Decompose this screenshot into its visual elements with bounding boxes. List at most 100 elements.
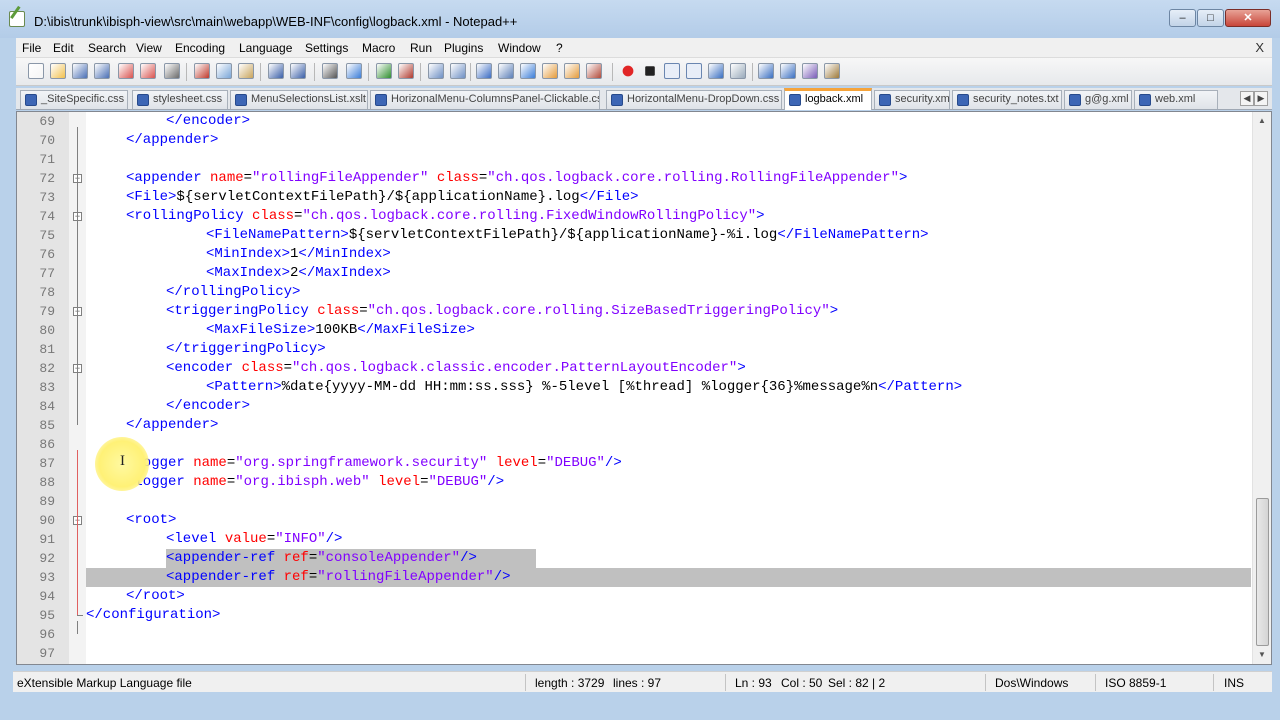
menu-file[interactable]: File (22, 41, 41, 55)
unfold-icon[interactable] (564, 63, 580, 79)
vertical-scrollbar[interactable]: ▲ ▼ (1252, 112, 1271, 664)
code-line[interactable]: <level value="INFO"/> (166, 530, 342, 549)
tab-scroll-right[interactable]: ▶ (1254, 91, 1268, 106)
code-token: "rollingFileAppender" (317, 569, 494, 585)
menu-search[interactable]: Search (88, 41, 126, 55)
new-file-icon[interactable] (28, 63, 44, 79)
menu-view[interactable]: View (136, 41, 162, 55)
code-line[interactable]: </appender> (126, 416, 218, 435)
code-token: = (226, 474, 236, 490)
tab-web-xml[interactable]: web.xml (1134, 90, 1218, 109)
menu-settings[interactable]: Settings (305, 41, 348, 55)
tab-logback-xml[interactable]: logback.xml (784, 88, 872, 110)
scroll-down-arrow[interactable]: ▼ (1258, 650, 1266, 659)
tab-scroll-left[interactable]: ◀ (1240, 91, 1254, 106)
wrap-icon[interactable] (476, 63, 492, 79)
tab-g-g-xml[interactable]: g@g.xml (1064, 90, 1132, 109)
print-icon[interactable] (164, 63, 180, 79)
code-line[interactable]: </encoder> (166, 112, 250, 131)
save-icon[interactable] (72, 63, 88, 79)
copy-icon[interactable] (216, 63, 232, 79)
play-multi-icon[interactable] (686, 63, 702, 79)
code-token: </appender> (126, 417, 219, 433)
sync-v-icon[interactable] (428, 63, 444, 79)
minimize-button[interactable]: – (1169, 9, 1196, 27)
code-line[interactable]: </root> (126, 587, 185, 606)
code-line[interactable]: <triggeringPolicy class="ch.qos.logback.… (166, 302, 838, 321)
close-document-x[interactable]: X (1255, 40, 1264, 55)
tab-stylesheet-css[interactable]: stylesheet.css (132, 90, 228, 109)
menu-language[interactable]: Language (239, 41, 292, 55)
line-number: 95 (39, 608, 55, 623)
menu-run[interactable]: Run (410, 41, 432, 55)
code-token: value (224, 531, 267, 547)
paste-icon[interactable] (238, 63, 254, 79)
tab-security-xml[interactable]: security.xml (874, 90, 950, 109)
zoom-out-icon[interactable] (398, 63, 414, 79)
code-line[interactable]: <root> (126, 511, 176, 530)
redo-icon[interactable] (290, 63, 306, 79)
menu-encoding[interactable]: Encoding (175, 41, 225, 55)
code-line[interactable]: <appender-ref ref="consoleAppender"/> (166, 549, 477, 568)
code-line[interactable]: <rollingPolicy class="ch.qos.logback.cor… (126, 207, 765, 226)
code-line[interactable]: </triggeringPolicy> (166, 340, 326, 359)
down-icon[interactable] (780, 63, 796, 79)
close-all-icon[interactable] (140, 63, 156, 79)
tab--sitespecific-css[interactable]: _SiteSpecific.css (20, 90, 128, 109)
all-chars-icon[interactable] (498, 63, 514, 79)
code-line[interactable]: <Pattern>%date{yyyy-MM-dd HH:mm:ss.sss} … (206, 378, 962, 397)
code-line[interactable]: <encoder class="ch.qos.logback.classic.e… (166, 359, 746, 378)
zoom-in-icon[interactable] (376, 63, 392, 79)
open-icon[interactable] (50, 63, 66, 79)
save-all-icon[interactable] (94, 63, 110, 79)
tab-horizonalmenu-columnspanel-clickable-css[interactable]: HorizonalMenu-ColumnsPanel-Clickable.css (370, 90, 600, 109)
code-line[interactable]: <logger name="org.springframework.securi… (126, 454, 622, 473)
code-area[interactable]: </encoder> </appender> <appender name="rol… (86, 112, 1251, 664)
tab-security-notes-txt[interactable]: security_notes.txt (952, 90, 1062, 109)
spellcheck-icon[interactable] (802, 63, 818, 79)
code-line[interactable]: <FileNamePattern>${servletContextFilePat… (206, 226, 929, 245)
tab-horizontalmenu-dropdown-css[interactable]: HorizontalMenu-DropDown.css (606, 90, 782, 109)
menu-edit[interactable]: Edit (53, 41, 74, 55)
undo-icon[interactable] (268, 63, 284, 79)
scroll-up-arrow[interactable]: ▲ (1258, 116, 1266, 125)
text-editor[interactable]: </encoder> </appender> <appender name="rol… (16, 111, 1272, 665)
tab-label: HorizontalMenu-DropDown.css (627, 93, 780, 105)
indent-guide-icon[interactable] (520, 63, 536, 79)
trim-icon[interactable] (730, 63, 746, 79)
find-icon[interactable] (322, 63, 338, 79)
document-icon (1069, 94, 1081, 106)
record-icon[interactable] (620, 63, 636, 79)
menu-help[interactable]: ? (556, 41, 563, 55)
menu-window[interactable]: Window (498, 41, 541, 55)
sync-h-icon[interactable] (450, 63, 466, 79)
clipboard-icon[interactable] (824, 63, 840, 79)
save-macro-icon[interactable] (708, 63, 724, 79)
replace-icon[interactable] (346, 63, 362, 79)
cut-icon[interactable] (194, 63, 210, 79)
close-icon[interactable] (118, 63, 134, 79)
code-line[interactable]: <MaxIndex>2</MaxIndex> (206, 264, 391, 283)
code-line[interactable]: </rollingPolicy> (166, 283, 300, 302)
doc-map-icon[interactable] (586, 63, 602, 79)
stop-icon[interactable] (645, 66, 655, 76)
menu-macro[interactable]: Macro (362, 41, 395, 55)
fold-icon[interactable] (542, 63, 558, 79)
close-window-button[interactable]: ✕ (1225, 9, 1271, 27)
code-line[interactable]: <MaxFileSize>100KB</MaxFileSize> (206, 321, 475, 340)
code-line[interactable]: <appender name="rollingFileAppender" cla… (126, 169, 907, 188)
code-line[interactable]: <appender-ref ref="rollingFileAppender"/… (166, 568, 511, 587)
scroll-thumb[interactable] (1256, 498, 1269, 646)
code-line[interactable]: </configuration> (86, 606, 220, 625)
code-line[interactable]: <File>${servletContextFilePath}/${applic… (126, 188, 639, 207)
menu-plugins[interactable]: Plugins (444, 41, 483, 55)
code-line[interactable]: </appender> (126, 131, 218, 150)
play-icon[interactable] (664, 63, 680, 79)
up-icon[interactable] (758, 63, 774, 79)
code-line[interactable]: <logger name="org.ibisph.web" level="DEB… (126, 473, 504, 492)
tab-menuselectionslist-xslt[interactable]: MenuSelectionsList.xslt (230, 90, 368, 109)
code-line[interactable]: </encoder> (166, 397, 250, 416)
code-line[interactable]: <MinIndex>1</MinIndex> (206, 245, 391, 264)
maximize-button[interactable]: □ (1197, 9, 1224, 27)
